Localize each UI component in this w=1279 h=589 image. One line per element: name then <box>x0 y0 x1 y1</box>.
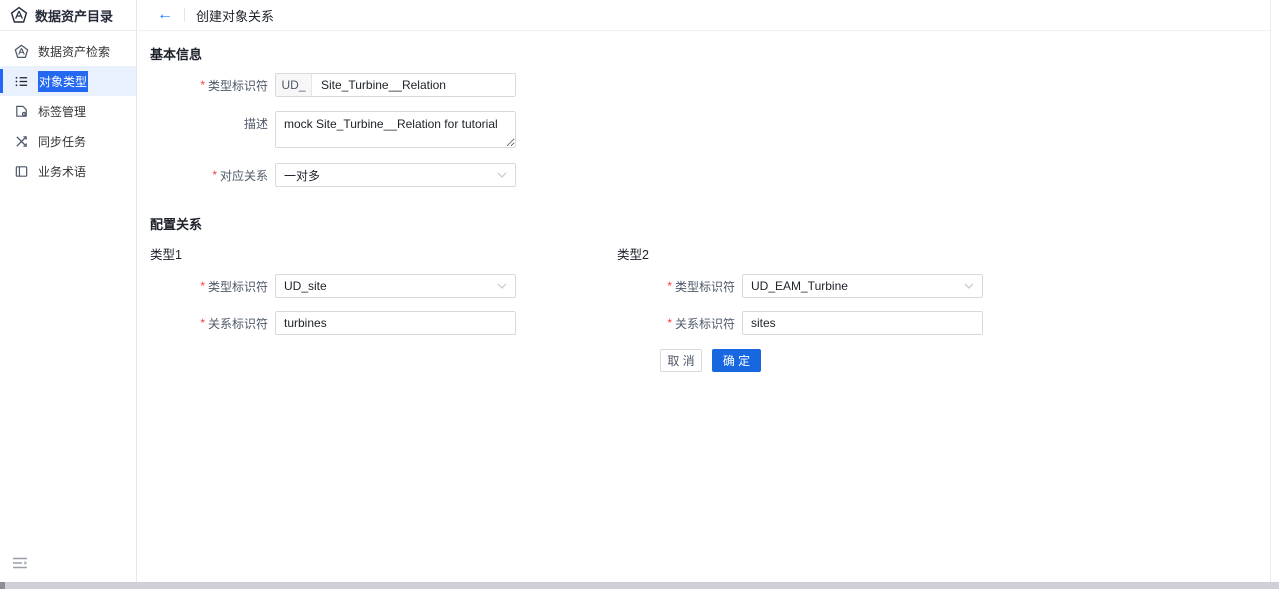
page-title: 创建对象关系 <box>196 6 274 25</box>
chevron-down-icon <box>964 283 974 289</box>
header-divider <box>184 8 185 22</box>
scrollbar-track[interactable] <box>1270 0 1279 582</box>
type2-relation-identifier-input[interactable] <box>742 311 983 335</box>
correspondence-label: * 对应关系 <box>138 163 268 187</box>
type1-relation-identifier-label: * 关系标识符 <box>138 311 268 335</box>
chevron-down-icon <box>497 283 507 289</box>
required-mark: * <box>200 316 205 330</box>
required-mark: * <box>667 279 672 293</box>
sidebar-item-sync-tasks[interactable]: 同步任务 <box>0 126 136 156</box>
description-textarea[interactable]: mock Site_Turbine__Relation for tutorial <box>275 111 516 148</box>
correspondence-selected-value: 一对多 <box>284 167 320 184</box>
main-content: ← 创建对象关系 基本信息 * 类型标识符 UD_ 描述 mock Site_T… <box>138 0 1270 582</box>
required-mark: * <box>200 279 205 293</box>
type-identifier-input[interactable] <box>312 74 515 96</box>
sidebar-item-tag-management[interactable]: 标签管理 <box>0 96 136 126</box>
cancel-button[interactable]: 取 消 <box>660 349 702 372</box>
sidebar-item-label: 标签管理 <box>38 103 86 120</box>
sidebar-item-business-glossary[interactable]: 业务术语 <box>0 156 136 186</box>
app-title: 数据资产目录 <box>35 6 113 25</box>
app-header: 数据资产目录 <box>0 0 136 31</box>
type-identifier-prefix: UD_ <box>276 74 312 96</box>
sidebar: 数据资产目录 数据资产检索 对象类型 <box>0 0 137 582</box>
window-bottom-corner <box>0 582 5 589</box>
config-relation-section-title: 配置关系 <box>150 214 202 233</box>
sidebar-item-label: 数据资产检索 <box>38 43 110 60</box>
sidebar-nav: 数据资产检索 对象类型 标签管理 <box>0 31 136 186</box>
type2-group-title: 类型2 <box>617 244 649 263</box>
type2-type-identifier-value: UD_EAM_Turbine <box>751 279 848 293</box>
type2-type-identifier-label: * 类型标识符 <box>605 274 735 298</box>
tag-icon <box>13 103 29 119</box>
type1-type-identifier-label: * 类型标识符 <box>138 274 268 298</box>
type1-type-identifier-value: UD_site <box>284 279 327 293</box>
chevron-down-icon <box>497 172 507 178</box>
back-icon[interactable]: ← <box>157 7 173 23</box>
sidebar-item-object-type[interactable]: 对象类型 <box>0 66 136 96</box>
type1-group-title: 类型1 <box>150 244 182 263</box>
catalog-search-icon <box>13 43 29 59</box>
type1-type-identifier-select[interactable]: UD_site <box>275 274 516 298</box>
correspondence-select[interactable]: 一对多 <box>275 163 516 187</box>
glossary-icon <box>13 163 29 179</box>
confirm-button[interactable]: 确 定 <box>712 349 761 372</box>
type2-type-identifier-select[interactable]: UD_EAM_Turbine <box>742 274 983 298</box>
required-mark: * <box>667 316 672 330</box>
sidebar-item-label: 对象类型 <box>38 71 88 92</box>
sidebar-item-label: 同步任务 <box>38 133 86 150</box>
type1-relation-identifier-input[interactable] <box>275 311 516 335</box>
description-label: 描述 <box>138 111 268 135</box>
page-header: ← 创建对象关系 <box>138 0 1270 31</box>
required-mark: * <box>200 78 205 92</box>
app-logo-icon <box>10 6 28 24</box>
sync-icon <box>13 133 29 149</box>
sidebar-collapse-icon[interactable] <box>12 556 28 570</box>
window-bottom-edge <box>0 582 1279 589</box>
list-icon <box>13 73 29 89</box>
type2-relation-identifier-label: * 关系标识符 <box>605 311 735 335</box>
required-mark: * <box>212 168 217 182</box>
sidebar-item-label: 业务术语 <box>38 163 86 180</box>
type-identifier-input-group: UD_ <box>275 73 516 97</box>
sidebar-item-data-asset-search[interactable]: 数据资产检索 <box>0 36 136 66</box>
type-identifier-label: * 类型标识符 <box>138 73 268 97</box>
basic-info-section-title: 基本信息 <box>150 44 202 63</box>
